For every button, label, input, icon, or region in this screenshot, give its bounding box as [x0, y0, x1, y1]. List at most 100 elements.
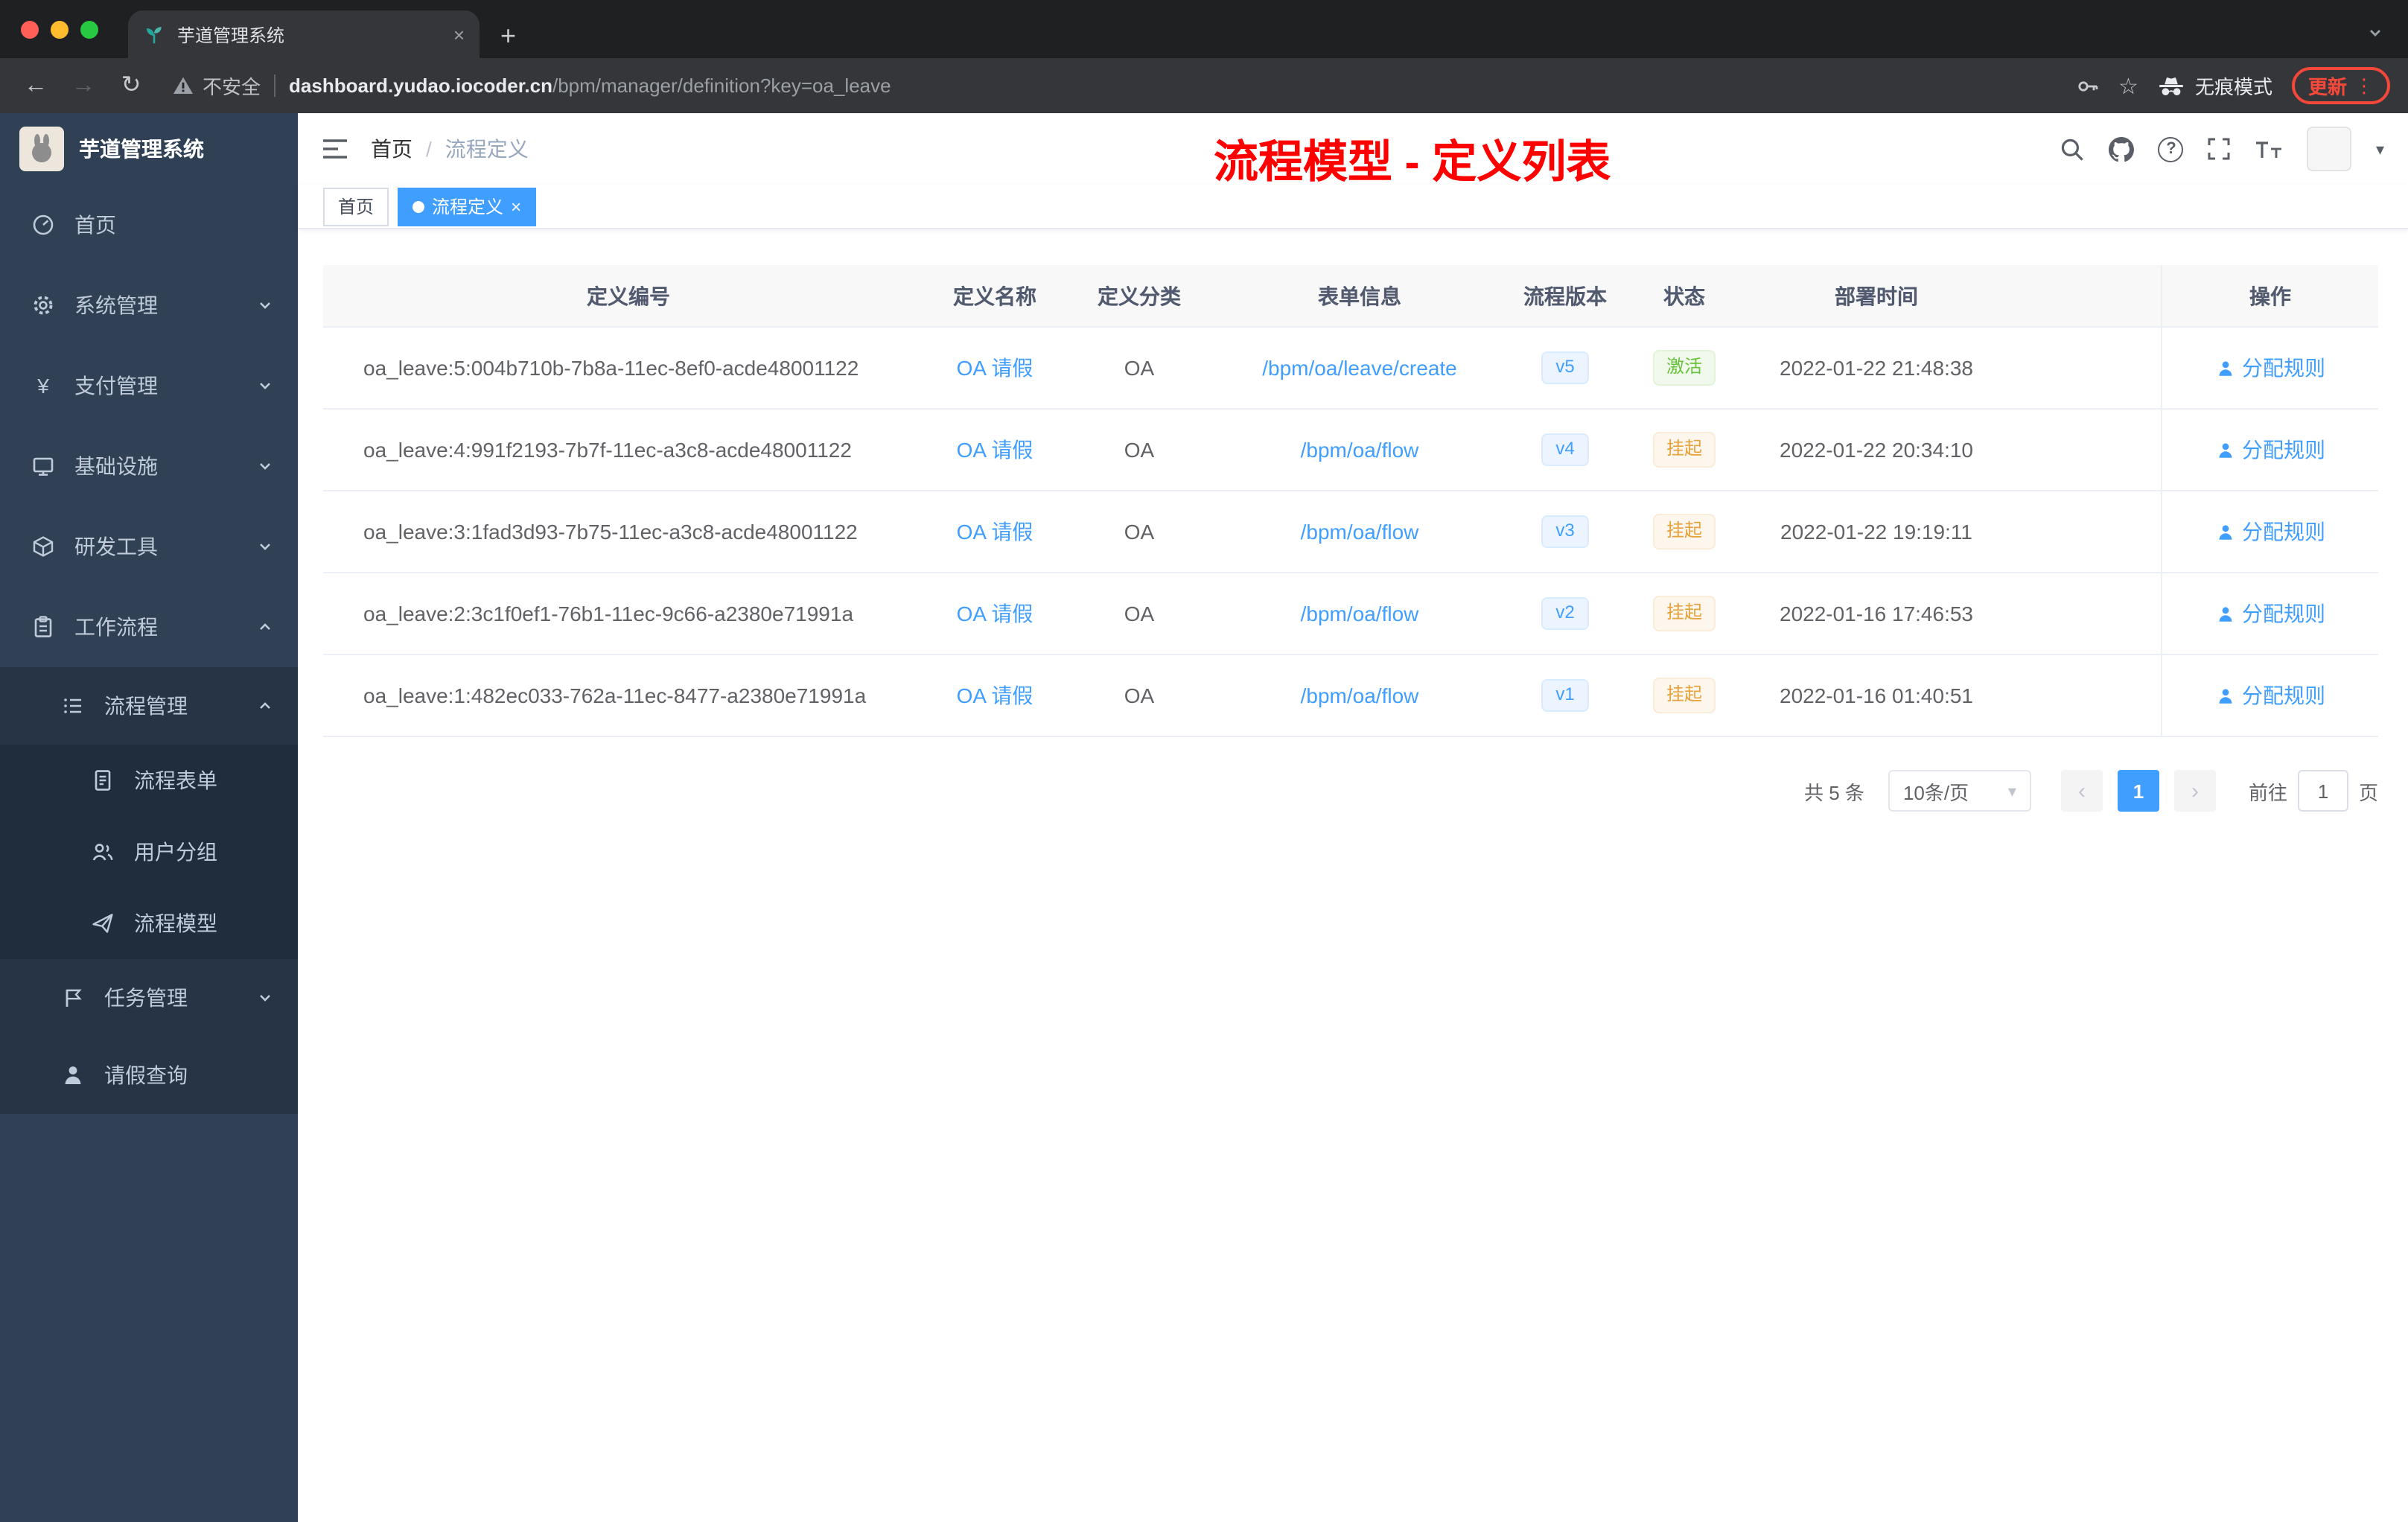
- sidebar-item-infrastructure[interactable]: 基础设施: [0, 426, 298, 506]
- page-header: 首页 / 流程定义 流程模型 - 定义列表 ? ▾: [298, 113, 2408, 188]
- goto-page-input[interactable]: [2297, 770, 2348, 812]
- breadcrumb-current: 流程定义: [445, 137, 529, 161]
- password-key-icon[interactable]: [2075, 74, 2099, 98]
- page-annotation-title: 流程模型 - 定义列表: [1214, 138, 1611, 188]
- definition-name-link[interactable]: OA 请假: [957, 681, 1033, 710]
- cell-deploy-time: 2022-01-22 19:19:11: [1780, 520, 1972, 544]
- form-link[interactable]: /bpm/oa/flow: [1301, 520, 1419, 544]
- cell-filler: [2018, 655, 2161, 736]
- sidebar-item-task-management[interactable]: 任务管理: [0, 959, 298, 1037]
- fullscreen-icon[interactable]: [2208, 137, 2232, 161]
- sidebar-item-home[interactable]: 首页: [0, 185, 298, 265]
- assign-rule-link[interactable]: 分配规则: [2215, 353, 2325, 383]
- form-link[interactable]: /bpm/oa/leave/create: [1262, 356, 1457, 380]
- cell-deploy-time: 2022-01-16 01:40:51: [1780, 684, 1973, 707]
- security-status[interactable]: 不安全: [173, 71, 261, 100]
- main-area: 首页 / 流程定义 流程模型 - 定义列表 ? ▾ 首页 流程定义 × 定义编号…: [298, 113, 2408, 1522]
- tag-process-definition[interactable]: 流程定义 ×: [398, 187, 537, 226]
- next-page-button[interactable]: ›: [2173, 770, 2216, 812]
- reload-button[interactable]: ↻: [113, 73, 149, 98]
- assign-rule-link[interactable]: 分配规则: [2215, 435, 2325, 465]
- form-link[interactable]: /bpm/oa/flow: [1301, 438, 1419, 462]
- cell-filler: [2018, 410, 2161, 490]
- sidebar-item-workflow[interactable]: 工作流程: [0, 587, 298, 667]
- cell-definition-id: oa_leave:5:004b710b-7b8a-11ec-8ef0-acde4…: [363, 356, 859, 380]
- status-badge: 激活: [1652, 350, 1716, 386]
- tab-close-icon[interactable]: ×: [453, 23, 465, 45]
- assign-rule-link[interactable]: 分配规则: [2215, 599, 2325, 628]
- font-size-icon[interactable]: [2255, 137, 2284, 161]
- table-row: oa_leave:3:1fad3d93-7b75-11ec-a3c8-acde4…: [323, 491, 2378, 573]
- sidebar-item-payment-management[interactable]: ¥ 支付管理: [0, 346, 298, 426]
- cell-definition-id: oa_leave:3:1fad3d93-7b75-11ec-a3c8-acde4…: [363, 520, 858, 544]
- user-avatar[interactable]: [2307, 127, 2352, 171]
- version-badge[interactable]: v3: [1541, 515, 1590, 548]
- hamburger-icon[interactable]: [322, 137, 348, 161]
- version-badge[interactable]: v1: [1541, 679, 1590, 712]
- tags-view-bar: 首页 流程定义 ×: [298, 185, 2408, 229]
- search-icon[interactable]: [2060, 136, 2086, 162]
- sidebar-item-process-form[interactable]: 流程表单: [0, 745, 298, 816]
- chevron-down-icon: [256, 377, 274, 395]
- back-button[interactable]: ←: [18, 73, 54, 98]
- address-bar[interactable]: 不安全 dashboard.yudao.iocoder.cn/bpm/manag…: [173, 71, 2063, 100]
- goto-unit: 页: [2358, 781, 2378, 803]
- forward-button[interactable]: →: [66, 73, 101, 98]
- definition-name-link[interactable]: OA 请假: [957, 599, 1033, 628]
- tag-home-label: 首页: [338, 197, 375, 217]
- cell-filler: [2018, 328, 2161, 408]
- sidebar: 芋道管理系统 首页 系统管理 ¥ 支付管理 基础设施 研发工具 工作流程 流程管…: [0, 113, 298, 1522]
- cell-deploy-time: 2022-01-22 20:34:10: [1780, 438, 1973, 462]
- sidebar-logo[interactable]: 芋道管理系统: [0, 113, 298, 185]
- page-size-value: 10条/页: [1902, 781, 1969, 803]
- definition-name-link[interactable]: OA 请假: [957, 435, 1033, 465]
- sidebar-item-system-management[interactable]: 系统管理: [0, 265, 298, 346]
- new-tab-button[interactable]: +: [500, 22, 516, 49]
- incognito-icon: [2158, 75, 2185, 96]
- col-actions: 操作: [2161, 265, 2378, 326]
- avatar-caret-down-icon[interactable]: ▾: [2376, 139, 2384, 159]
- browser-tab[interactable]: 芋道管理系统 ×: [128, 10, 480, 58]
- zoom-window-button[interactable]: [80, 20, 98, 38]
- tag-close-icon[interactable]: ×: [511, 197, 521, 215]
- cell-filler: [2018, 491, 2161, 572]
- definition-name-link[interactable]: OA 请假: [957, 517, 1033, 547]
- cell-definition-id: oa_leave:2:3c1f0ef1-76b1-11ec-9c66-a2380…: [363, 602, 854, 625]
- favicon-plant-icon: [143, 23, 165, 45]
- sidebar-item-process-model[interactable]: 流程模型: [0, 888, 298, 959]
- version-badge[interactable]: v2: [1541, 597, 1590, 630]
- page-size-select[interactable]: 10条/页 ▾: [1888, 770, 2031, 812]
- sidebar-item-process-management[interactable]: 流程管理: [0, 667, 298, 745]
- close-window-button[interactable]: [21, 20, 39, 38]
- assign-rule-link[interactable]: 分配规则: [2215, 517, 2325, 547]
- cell-category: OA: [1124, 602, 1155, 625]
- current-page-button[interactable]: 1: [2117, 770, 2159, 812]
- tab-title: 芋道管理系统: [177, 25, 285, 45]
- github-icon[interactable]: [2109, 136, 2135, 162]
- version-badge[interactable]: v5: [1541, 351, 1590, 384]
- tab-search-chevron-icon[interactable]: [2366, 24, 2384, 42]
- definition-name-link[interactable]: OA 请假: [957, 353, 1033, 383]
- prev-page-button[interactable]: ‹: [2060, 770, 2103, 812]
- status-badge: 挂起: [1652, 514, 1716, 550]
- sidebar-item-dev-tools[interactable]: 研发工具: [0, 506, 298, 587]
- tag-home[interactable]: 首页: [323, 187, 389, 226]
- help-icon[interactable]: ?: [2158, 136, 2184, 162]
- update-label: 更新: [2307, 76, 2347, 98]
- form-link[interactable]: /bpm/oa/flow: [1301, 684, 1419, 707]
- browser-menu-kebab-icon[interactable]: ⋮: [2354, 74, 2374, 98]
- warning-triangle-icon: [173, 76, 194, 95]
- col-status: 状态: [1663, 284, 1705, 308]
- sidebar-item-leave-query[interactable]: 请假查询: [0, 1037, 298, 1114]
- breadcrumb-home[interactable]: 首页: [371, 134, 413, 164]
- minimize-window-button[interactable]: [51, 20, 69, 38]
- update-browser-button[interactable]: 更新 ⋮: [2291, 67, 2390, 104]
- bookmark-star-icon[interactable]: ☆: [2118, 72, 2138, 99]
- form-link[interactable]: /bpm/oa/flow: [1301, 602, 1419, 625]
- person-icon: [60, 1063, 86, 1087]
- cell-category: OA: [1124, 520, 1155, 544]
- assign-rule-link[interactable]: 分配规则: [2215, 681, 2325, 710]
- version-badge[interactable]: v4: [1541, 433, 1590, 466]
- dashboard-icon: [30, 213, 57, 237]
- sidebar-item-user-group[interactable]: 用户分组: [0, 816, 298, 888]
